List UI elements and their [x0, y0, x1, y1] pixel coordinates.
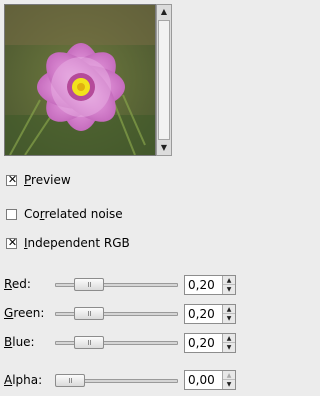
correlated-noise-checkbox[interactable] — [6, 208, 17, 220]
green-value[interactable]: 0,20 — [188, 307, 215, 321]
green-label: Green: — [4, 306, 45, 320]
arrow-up-icon[interactable]: ▲ — [157, 5, 171, 19]
blue-label: Blue: — [4, 335, 35, 349]
alpha-label: Alpha: — [4, 373, 43, 387]
decrement-icon[interactable]: ▼ — [223, 285, 235, 294]
preview-toggle[interactable]: ✕ Preview — [6, 172, 71, 188]
blue-value[interactable]: 0,20 — [188, 336, 215, 350]
independent-rgb-label: Independent RGB — [24, 236, 130, 250]
preview-image — [4, 4, 156, 156]
red-label: Red: — [4, 277, 31, 291]
decrement-icon[interactable]: ▼ — [223, 343, 235, 352]
check-mark-icon: ✕ — [7, 235, 18, 249]
alpha-spinbutton[interactable]: 0,00 ▲ ▼ — [184, 370, 236, 390]
check-mark-icon: ✕ — [7, 172, 18, 186]
blue-spinbutton[interactable]: 0,20 ▲ ▼ — [184, 333, 236, 353]
correlated-noise-toggle[interactable]: Correlated noise — [6, 206, 123, 222]
independent-rgb-checkbox[interactable]: ✕ — [6, 235, 18, 249]
decrement-icon[interactable]: ▼ — [223, 314, 235, 323]
increment-icon[interactable]: ▲ — [223, 371, 235, 380]
green-spinbutton[interactable]: 0,20 ▲ ▼ — [184, 304, 236, 324]
red-slider-handle[interactable] — [74, 278, 104, 291]
blue-slider-handle[interactable] — [74, 336, 104, 349]
preview-label: Preview — [24, 173, 71, 187]
red-spinbutton[interactable]: 0,20 ▲ ▼ — [184, 275, 236, 295]
red-value[interactable]: 0,20 — [188, 278, 215, 292]
arrow-down-icon[interactable]: ▼ — [157, 141, 171, 155]
independent-rgb-toggle[interactable]: ✕ Independent RGB — [6, 235, 130, 251]
scrollbar-thumb[interactable] — [158, 20, 170, 140]
increment-icon[interactable]: ▲ — [223, 276, 235, 285]
alpha-value[interactable]: 0,00 — [188, 373, 215, 387]
alpha-slider-handle[interactable] — [55, 374, 85, 387]
preview-checkbox[interactable]: ✕ — [6, 172, 18, 186]
green-slider-handle[interactable] — [74, 307, 104, 320]
flower-preview-graphic — [5, 5, 155, 155]
preview-scrollbar[interactable]: ▲ ▼ — [156, 4, 172, 156]
decrement-icon[interactable]: ▼ — [223, 380, 235, 389]
correlated-noise-label: Correlated noise — [24, 207, 123, 221]
increment-icon[interactable]: ▲ — [223, 334, 235, 343]
increment-icon[interactable]: ▲ — [223, 305, 235, 314]
